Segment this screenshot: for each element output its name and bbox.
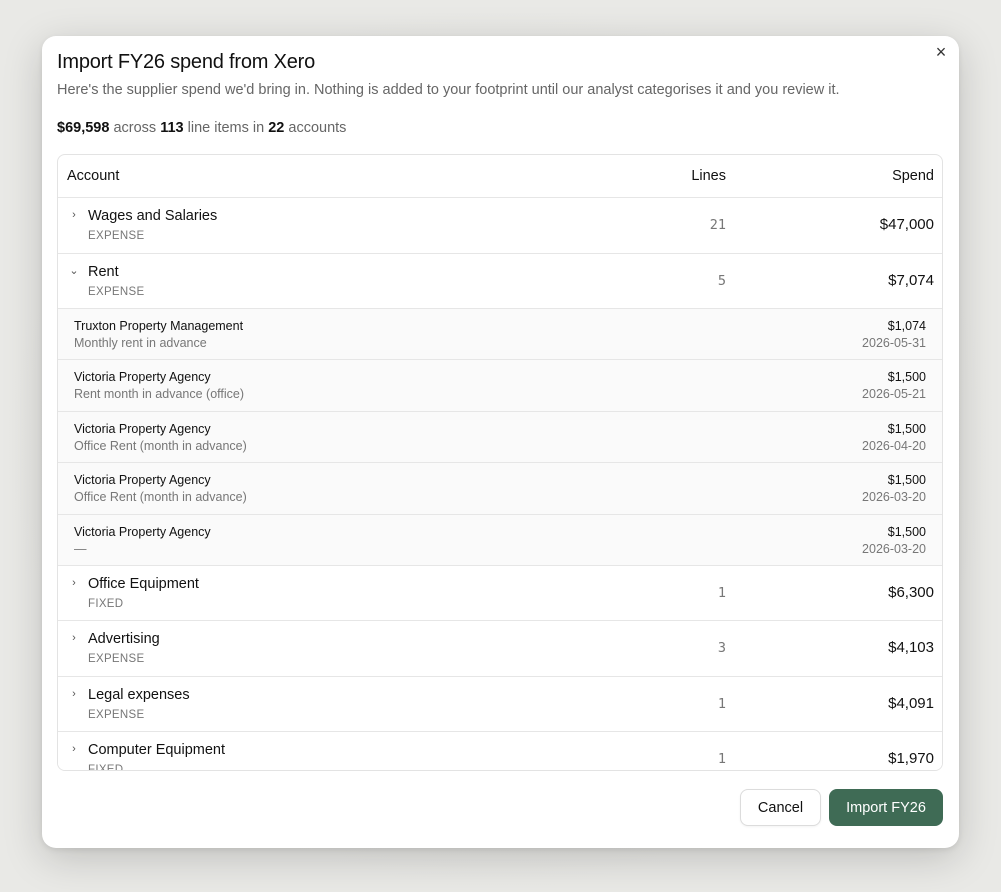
account-row[interactable]: › Advertising EXPENSE 3 $4,103 bbox=[58, 621, 942, 677]
chevron-right-icon[interactable]: › bbox=[68, 577, 80, 589]
account-lines: 1 bbox=[717, 695, 726, 712]
account-name: Office Equipment bbox=[88, 575, 199, 592]
account-row[interactable]: › Office Equipment FIXED 1 $6,300 bbox=[58, 565, 942, 622]
line-date: 2026-04-20 bbox=[862, 438, 926, 453]
account-name: Legal expenses bbox=[88, 686, 190, 703]
account-type: EXPENSE bbox=[88, 653, 145, 666]
line-item-row: Victoria Property Agency Rent month in ad… bbox=[58, 360, 942, 412]
chevron-right-icon[interactable]: › bbox=[68, 632, 80, 644]
account-spend: $1,970 bbox=[888, 750, 934, 768]
account-name: Computer Equipment bbox=[88, 742, 226, 759]
line-amount: $1,500 bbox=[887, 524, 926, 539]
table-body: › Wages and Salaries EXPENSE 21 $47,000 ⌄ Rent… bbox=[58, 198, 942, 771]
line-description: Rent month in advance (office) bbox=[74, 387, 245, 402]
account-spend: $6,300 bbox=[888, 583, 934, 601]
line-amount: $1,074 bbox=[887, 319, 926, 333]
account-type: EXPENSE bbox=[88, 285, 145, 298]
summary-total: $69,598 bbox=[57, 120, 110, 136]
line-date: 2026-03-20 bbox=[862, 541, 926, 556]
account-row[interactable]: › Wages and Salaries EXPENSE 21 $47,000 bbox=[58, 198, 942, 254]
chevron-down-icon[interactable]: ⌄ bbox=[68, 265, 80, 277]
account-lines: 1 bbox=[717, 584, 726, 601]
dialog-subtitle: Here's the supplier spend we'd bring in.… bbox=[57, 82, 840, 98]
account-row[interactable]: ⌄ Rent EXPENSE 5 $7,074 bbox=[58, 253, 942, 309]
line-amount: $1,500 bbox=[887, 421, 926, 436]
account-row[interactable]: › Legal expenses EXPENSE 1 $4,091 bbox=[58, 676, 942, 733]
header-spend: Spend bbox=[892, 168, 934, 184]
account-name: Advertising bbox=[88, 631, 160, 648]
import-button[interactable]: Import FY26 bbox=[829, 789, 943, 826]
cancel-button[interactable]: Cancel bbox=[740, 789, 821, 826]
line-amount: $1,500 bbox=[887, 370, 926, 385]
line-supplier: Victoria Property Agency bbox=[74, 370, 211, 385]
header-lines: Lines bbox=[691, 168, 726, 184]
spend-summary: $69,598 across 113 line items in 22 acco… bbox=[57, 120, 346, 136]
summary-account-count: 22 bbox=[268, 120, 285, 136]
import-dialog: × Import FY26 spend from Xero Here's the… bbox=[42, 36, 959, 848]
line-date: 2026-05-31 bbox=[862, 336, 926, 350]
line-supplier: Victoria Property Agency bbox=[74, 524, 211, 539]
line-item-row: Truxton Property Management Monthly rent … bbox=[58, 309, 942, 361]
header-account: Account bbox=[67, 168, 120, 184]
line-item-row: Victoria Property Agency Office Rent (mon… bbox=[58, 411, 942, 464]
line-amount: $1,500 bbox=[887, 473, 926, 488]
account-spend: $47,000 bbox=[879, 216, 934, 233]
account-lines: 21 bbox=[709, 217, 726, 233]
chevron-right-icon[interactable]: › bbox=[68, 688, 80, 700]
line-item-row: Victoria Property Agency Office Rent (mon… bbox=[58, 463, 942, 515]
line-supplier: Victoria Property Agency bbox=[74, 473, 211, 488]
line-supplier: Truxton Property Management bbox=[74, 319, 244, 333]
account-type: EXPENSE bbox=[88, 708, 145, 721]
line-description: Office Rent (month in advance) bbox=[74, 438, 247, 453]
line-description: Monthly rent in advance bbox=[74, 336, 207, 350]
table-header: Account Lines Spend bbox=[58, 155, 942, 198]
account-lines: 1 bbox=[717, 751, 726, 768]
summary-across: across bbox=[109, 120, 161, 136]
line-supplier: Victoria Property Agency bbox=[74, 421, 211, 436]
account-lines: 3 bbox=[717, 640, 726, 657]
account-name: Wages and Salaries bbox=[88, 208, 218, 224]
line-date: 2026-05-21 bbox=[862, 387, 926, 402]
line-description: Office Rent (month in advance) bbox=[74, 490, 247, 505]
account-row[interactable]: › Computer Equipment FIXED 1 $1,970 bbox=[58, 732, 942, 771]
account-type: FIXED bbox=[88, 764, 124, 771]
account-lines: 5 bbox=[717, 272, 726, 289]
line-date: 2026-03-20 bbox=[862, 490, 926, 505]
chevron-right-icon[interactable]: › bbox=[68, 743, 80, 755]
account-type: EXPENSE bbox=[88, 230, 145, 242]
line-item-row: Victoria Property Agency — $1,500 2026-03-2… bbox=[58, 514, 942, 566]
summary-line-count: 113 bbox=[160, 120, 184, 136]
close-icon[interactable]: × bbox=[931, 42, 951, 62]
summary-line-items-in: line items in bbox=[183, 120, 269, 136]
account-spend: $4,103 bbox=[888, 639, 934, 657]
account-spend: $4,091 bbox=[888, 694, 934, 712]
chevron-right-icon[interactable]: › bbox=[68, 209, 80, 221]
line-description: — bbox=[74, 541, 87, 556]
account-spend: $7,074 bbox=[888, 271, 934, 289]
account-name: Rent bbox=[88, 263, 119, 280]
dialog-title: Import FY26 spend from Xero bbox=[57, 51, 316, 73]
spend-table[interactable]: Account Lines Spend › Wages and Salaries E… bbox=[57, 154, 943, 771]
summary-accounts: accounts bbox=[284, 120, 347, 136]
account-type: FIXED bbox=[88, 597, 124, 610]
